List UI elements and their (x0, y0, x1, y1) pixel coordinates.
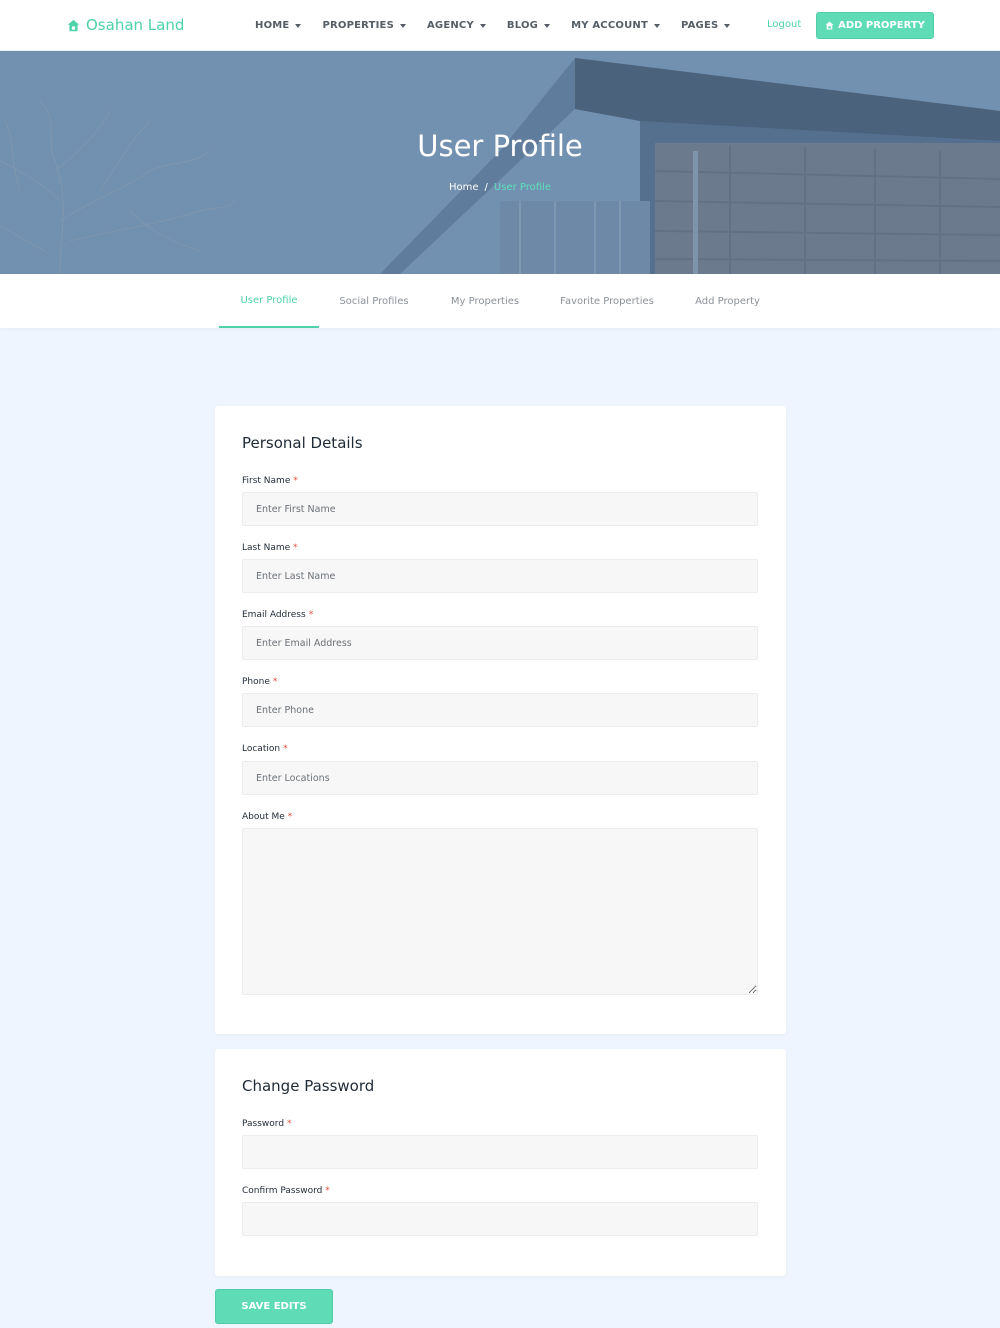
nav-item-properties[interactable]: PROPERTIES (322, 20, 406, 31)
tab-add-property[interactable]: Add Property (685, 274, 770, 328)
brand-name: Osahan Land (86, 16, 185, 34)
confirm-password-field[interactable] (242, 1202, 758, 1236)
email-field[interactable] (242, 626, 758, 660)
breadcrumb-home-link[interactable]: Home (449, 182, 479, 193)
confirm-password-label: Confirm Password * (242, 1186, 330, 1196)
last-name-field[interactable] (242, 559, 758, 593)
first-name-label: First Name * (242, 476, 298, 486)
caret-down-icon (724, 23, 731, 28)
brand-logo[interactable]: Osahan Land (67, 16, 184, 34)
change-password-card: Change Password Password * Confirm Passwo… (215, 1049, 786, 1276)
tab-social-profiles[interactable]: Social Profiles (329, 274, 419, 328)
caret-down-icon (544, 23, 551, 28)
location-field[interactable] (242, 761, 758, 795)
nav-item-pages[interactable]: PAGES (681, 20, 731, 31)
nav-item-agency[interactable]: AGENCY (427, 20, 486, 31)
password-field[interactable] (242, 1135, 758, 1169)
logout-link[interactable]: Logout (767, 19, 801, 30)
top-navbar: Osahan Land HOME PROPERTIES AGENCY BLOG … (0, 0, 1000, 51)
nav-item-my-account[interactable]: MY ACCOUNT (571, 20, 660, 31)
profile-tabs: User Profile Social Profiles My Properti… (0, 274, 1000, 328)
personal-details-card: Personal Details First Name* Last Name* … (215, 406, 786, 1034)
email-address-label: Email Address * (242, 610, 314, 620)
tab-my-properties[interactable]: My Properties (440, 274, 530, 328)
breadcrumb-separator: / (484, 182, 488, 193)
caret-down-icon (295, 23, 302, 28)
page-title: User Profile (417, 129, 583, 163)
home-icon (825, 21, 834, 30)
caret-down-icon (399, 23, 406, 28)
caret-down-icon (479, 23, 486, 28)
tab-user-profile[interactable]: User Profile (219, 274, 319, 328)
breadcrumb: Home / User Profile (0, 182, 1000, 193)
password-label: Password * (242, 1119, 292, 1129)
breadcrumb-current: User Profile (493, 182, 551, 193)
phone-label: Phone * (242, 677, 278, 687)
page-hero: User Profile Home / User Profile (0, 51, 1000, 274)
about-me-textarea[interactable] (242, 828, 758, 995)
caret-down-icon (653, 23, 660, 28)
first-name-field[interactable] (242, 492, 758, 526)
last-name-label: Last Name * (242, 543, 298, 553)
about-me-label: About Me * (242, 812, 293, 822)
nav-item-blog[interactable]: BLOG (507, 20, 551, 31)
add-property-button[interactable]: ADD PROPERTY (816, 12, 934, 39)
personal-details-title: Personal Details (242, 434, 363, 452)
phone-field[interactable] (242, 693, 758, 727)
nav-item-home[interactable]: HOME (255, 20, 302, 31)
save-edits-button[interactable]: SAVE EDITS (215, 1289, 333, 1324)
location-label: Location * (242, 744, 288, 754)
home-icon (67, 19, 80, 31)
tab-favorite-properties[interactable]: Favorite Properties (552, 274, 662, 328)
main-nav: HOME PROPERTIES AGENCY BLOG MY ACCOUNT P… (255, 0, 751, 51)
change-password-title: Change Password (242, 1077, 375, 1095)
